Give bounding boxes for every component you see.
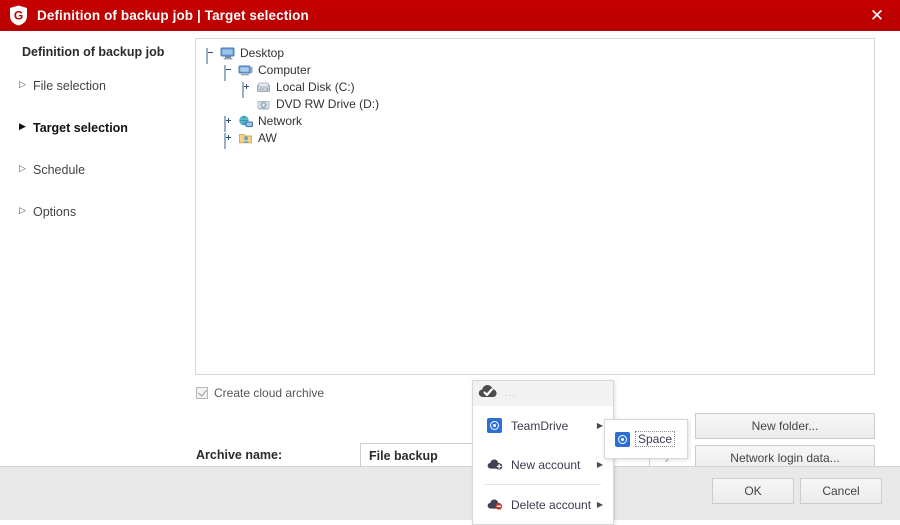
context-menu-header-label: ... xyxy=(505,388,517,399)
tree-toggle-plus-icon[interactable] xyxy=(224,133,235,149)
teamdrive-submenu: Space xyxy=(604,419,688,459)
context-menu-item-label: TeamDrive xyxy=(511,418,569,433)
create-cloud-archive-label: Create cloud archive xyxy=(214,386,325,400)
sidebar-item-target-selection[interactable]: ▶ Target selection xyxy=(19,117,190,138)
chevron-right-filled-icon: ▶ xyxy=(19,122,26,132)
context-menu-header: ... xyxy=(473,381,613,406)
cloud-account-context-menu: ... TeamDrive ▶ New account ▶ Delete acc… xyxy=(472,380,614,525)
sidebar-heading: Definition of backup job xyxy=(22,45,165,59)
chevron-right-icon: ▷ xyxy=(19,80,26,90)
cancel-button[interactable]: Cancel xyxy=(800,478,882,504)
cloud-check-icon xyxy=(478,383,499,404)
context-menu-item-label: Delete account xyxy=(511,497,592,512)
context-menu-item-teamdrive[interactable]: TeamDrive ▶ xyxy=(473,406,613,445)
tree-node-local-disk-c[interactable]: Local Disk (C:) xyxy=(204,79,874,98)
sidebar-item-label: Options xyxy=(33,204,77,219)
context-menu-item-new-account[interactable]: New account ▶ xyxy=(473,445,613,484)
tree-node-dvd-drive-d[interactable]: DVD RW Drive (D:) xyxy=(204,96,874,113)
submenu-item-label: Space xyxy=(635,431,676,447)
network-icon xyxy=(238,114,254,129)
target-tree-panel[interactable]: Desktop Computer Local Disk (C:) DVD RW … xyxy=(195,38,875,375)
sidebar: Definition of backup job ▷ File selectio… xyxy=(0,31,190,466)
title-bar: G Definition of backup job | Target sele… xyxy=(0,0,900,31)
chevron-right-icon: ▷ xyxy=(19,206,26,216)
checkbox-checked-icon[interactable] xyxy=(196,387,208,399)
tree-toggle-none xyxy=(242,99,253,110)
sidebar-item-options[interactable]: ▷ Options xyxy=(19,201,190,222)
dialog-body: Definition of backup job ▷ File selectio… xyxy=(0,31,900,525)
context-menu-item-delete-account[interactable]: Delete account ▶ xyxy=(473,485,613,524)
sidebar-item-schedule[interactable]: ▷ Schedule xyxy=(19,159,190,180)
tree-node-label: AW xyxy=(258,131,277,145)
ok-button[interactable]: OK xyxy=(712,478,794,504)
sidebar-item-label: Schedule xyxy=(33,162,86,177)
window-title: Definition of backup job | Target select… xyxy=(37,8,309,23)
tree-toggle-plus-icon[interactable] xyxy=(242,82,253,98)
tree-node-label: DVD RW Drive (D:) xyxy=(276,97,380,111)
tree-node-label: Local Disk (C:) xyxy=(276,80,355,94)
context-menu-item-label: New account xyxy=(511,457,581,472)
chevron-right-icon: ▶ xyxy=(596,500,603,509)
tree-node-network[interactable]: Network xyxy=(204,113,874,132)
chevron-right-icon: ▶ xyxy=(596,421,603,430)
dvd-drive-icon xyxy=(256,97,272,112)
tree-node-label: Computer xyxy=(258,63,311,77)
cloud-delete-icon xyxy=(487,497,503,512)
svg-text:G: G xyxy=(14,9,23,23)
tree-node-computer[interactable]: Computer xyxy=(204,62,874,81)
create-cloud-archive-checkbox[interactable]: Create cloud archive xyxy=(196,386,324,400)
teamdrive-icon xyxy=(487,418,502,433)
tree-node-label: Desktop xyxy=(240,46,285,60)
new-folder-button[interactable]: New folder... xyxy=(695,413,875,439)
submenu-item-space[interactable]: Space xyxy=(615,431,676,447)
sidebar-item-file-selection[interactable]: ▷ File selection xyxy=(19,75,190,96)
gdata-shield-icon: G xyxy=(9,5,28,26)
close-icon[interactable]: ✕ xyxy=(854,0,900,31)
tree-node-aw[interactable]: AW xyxy=(204,130,874,149)
user-folder-icon xyxy=(238,131,254,146)
tree-node-desktop[interactable]: Desktop xyxy=(204,45,874,64)
tree-toggle-plus-icon[interactable] xyxy=(224,116,235,132)
tree-toggle-minus-icon[interactable] xyxy=(224,65,235,81)
chevron-right-icon: ▷ xyxy=(19,164,26,174)
sidebar-item-label: File selection xyxy=(33,78,106,93)
cloud-add-icon xyxy=(487,457,503,472)
tree-node-label: Network xyxy=(258,114,303,128)
sidebar-item-label: Target selection xyxy=(33,120,128,135)
chevron-right-icon: ▶ xyxy=(596,460,603,469)
teamdrive-icon xyxy=(615,431,630,447)
computer-icon xyxy=(238,63,254,78)
desktop-icon xyxy=(220,46,236,61)
harddisk-icon xyxy=(256,80,272,95)
archive-name-label: Archive name: xyxy=(196,448,283,462)
tree-toggle-minus-icon[interactable] xyxy=(206,48,217,64)
